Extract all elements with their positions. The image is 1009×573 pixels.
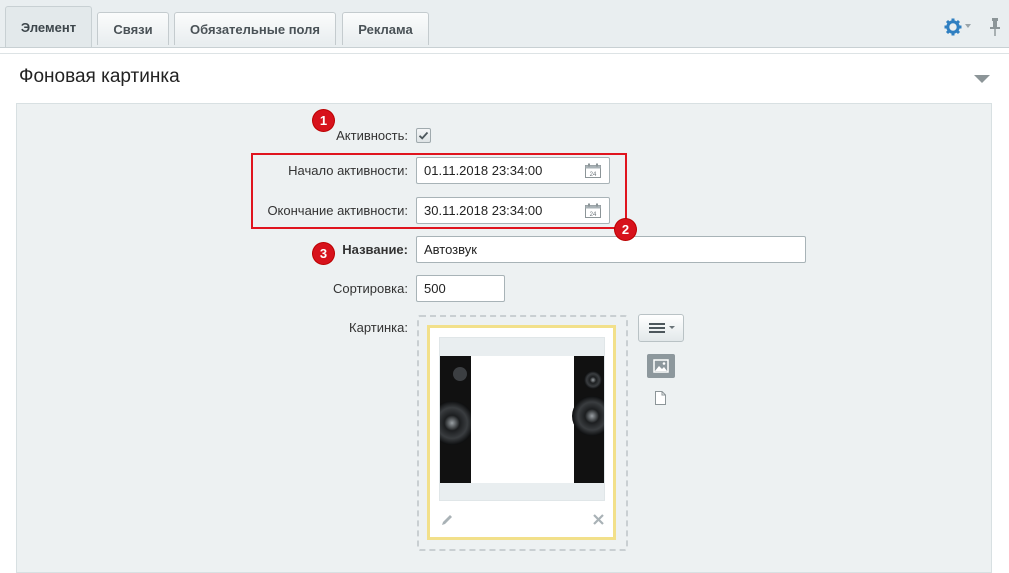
check-icon — [418, 131, 429, 140]
chevron-down-icon[interactable] — [965, 24, 971, 28]
svg-text:24: 24 — [590, 172, 597, 178]
speaker-image — [440, 356, 604, 483]
file-icon[interactable] — [655, 391, 666, 405]
calendar-icon[interactable]: 24 — [585, 163, 601, 178]
calendar-icon[interactable]: 24 — [585, 203, 601, 218]
tab-advertising[interactable]: Реклама — [342, 12, 429, 45]
annotation-badge-2: 2 — [615, 219, 636, 240]
image-view-button[interactable] — [647, 354, 675, 378]
active-checkbox[interactable] — [416, 128, 431, 143]
tab-divider — [0, 47, 1009, 48]
svg-text:24: 24 — [590, 212, 597, 218]
collapse-icon[interactable] — [974, 75, 990, 83]
name-input[interactable]: Автозвук — [416, 236, 806, 263]
annotation-badge-3: 3 — [313, 243, 334, 264]
picture-label: Картинка: — [349, 320, 408, 335]
sort-label: Сортировка: — [333, 281, 408, 296]
tab-element[interactable]: Элемент — [5, 6, 92, 48]
close-icon[interactable] — [592, 513, 605, 526]
end-date-value: 30.11.2018 23:34:00 — [424, 203, 543, 218]
edit-icon[interactable] — [440, 513, 454, 527]
start-label: Начало активности: — [288, 163, 408, 178]
menu-icon — [649, 323, 675, 333]
start-date-value: 01.11.2018 23:34:00 — [424, 163, 543, 178]
gear-icon[interactable] — [944, 18, 962, 36]
tab-links[interactable]: Связи — [97, 12, 169, 45]
pin-icon[interactable] — [988, 17, 1002, 37]
picture-menu-button[interactable] — [638, 314, 684, 342]
section-title: Фоновая картинка — [19, 66, 180, 87]
end-label: Окончание активности: — [267, 203, 408, 218]
end-date-field[interactable]: 30.11.2018 23:34:00 24 — [416, 197, 610, 224]
tab-required-fields[interactable]: Обязательные поля — [174, 12, 336, 45]
image-icon — [653, 359, 669, 373]
annotation-badge-1: 1 — [313, 110, 334, 131]
sort-input[interactable]: 500 — [416, 275, 505, 302]
start-date-field[interactable]: 01.11.2018 23:34:00 24 — [416, 157, 610, 184]
picture-thumbnail[interactable] — [439, 337, 605, 501]
